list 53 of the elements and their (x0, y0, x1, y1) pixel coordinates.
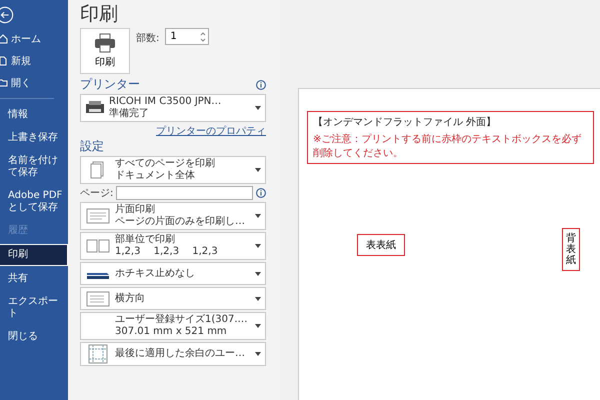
sidebar-item[interactable]: 開く (0, 72, 68, 94)
caret-icon (255, 296, 261, 300)
printer-icon (85, 100, 105, 116)
caret-icon (255, 272, 261, 276)
info-icon[interactable] (256, 188, 266, 198)
sidebar-item[interactable]: ホーム (0, 28, 68, 50)
printer-properties-link[interactable]: プリンターのプロパティ (156, 126, 266, 137)
sidebar-item[interactable]: 上書き保存 (0, 128, 68, 148)
caret-icon (255, 214, 261, 218)
spine-label: 背表紙 (562, 228, 580, 271)
sidebar-item[interactable]: 印刷 (0, 244, 68, 266)
settings-dropdown[interactable]: ホチキス止めなし (80, 262, 266, 285)
sidebar-item[interactable]: 情報 (0, 105, 68, 125)
copies-field[interactable]: 1 (165, 28, 210, 45)
house-icon (0, 34, 8, 44)
folder-icon (0, 78, 8, 88)
settings-dropdown[interactable]: 部単位で印刷 1,2,3 1,2,3 1,2,3 (80, 232, 266, 260)
settings-dropdown[interactable]: 片面印刷 ページの片面のみを印刷し… (80, 202, 266, 230)
document-icon (0, 56, 8, 66)
warning-note: ※ご注意：プリントする前に赤枠のテキストボックスを必ず削除してください。 (313, 132, 582, 160)
margins-icon (88, 344, 108, 364)
caret-icon (255, 244, 261, 248)
printer-icon (94, 33, 116, 53)
sidebar-item[interactable]: エクスポート (0, 292, 68, 324)
sidebar-item[interactable]: Adobe PDF として保存 (0, 186, 68, 218)
printer-heading: プリンター (80, 77, 140, 92)
caret-icon (255, 352, 261, 356)
sidebar-item[interactable]: 名前を付けて保存 (0, 151, 68, 183)
printer-dropdown[interactable]: RICOH IM C3500 JPN… 準備完了 (80, 94, 266, 122)
front-cover-label: 表表紙 (357, 234, 405, 256)
info-icon[interactable] (256, 80, 266, 90)
page-icon (86, 208, 110, 224)
caret-icon (255, 168, 261, 172)
pages-field[interactable] (116, 186, 253, 200)
sidebar-item[interactable]: 新規 (0, 50, 68, 72)
caret-icon (255, 106, 261, 110)
settings-heading: 設定 (80, 139, 105, 154)
page-icon (86, 290, 110, 306)
sidebar-item[interactable]: 共有 (0, 269, 68, 289)
copies-label: 部数: (136, 32, 160, 45)
caret-icon (255, 324, 261, 328)
page-title: 印刷 (80, 3, 119, 25)
settings-dropdown[interactable]: 最後に適用した余白のユー… (80, 342, 266, 366)
settings-dropdown[interactable]: ユーザー登録サイズ1(307.… 307.01 mm x 521 mm (80, 312, 266, 340)
back-icon[interactable] (0, 6, 14, 24)
settings-dropdown[interactable]: すべてのページを印刷 ドキュメント全体 (80, 156, 266, 184)
pages-label: ページ: (80, 187, 114, 200)
header-title: 【オンデマンドフラットファイル 外面】 (313, 116, 498, 129)
collate-icon (86, 239, 110, 253)
settings-dropdown[interactable]: 横方向 (80, 287, 266, 310)
spinner-icon[interactable] (200, 30, 206, 42)
sidebar-item[interactable]: 閉じる (0, 327, 68, 347)
print-button[interactable]: 印刷 (80, 28, 130, 74)
